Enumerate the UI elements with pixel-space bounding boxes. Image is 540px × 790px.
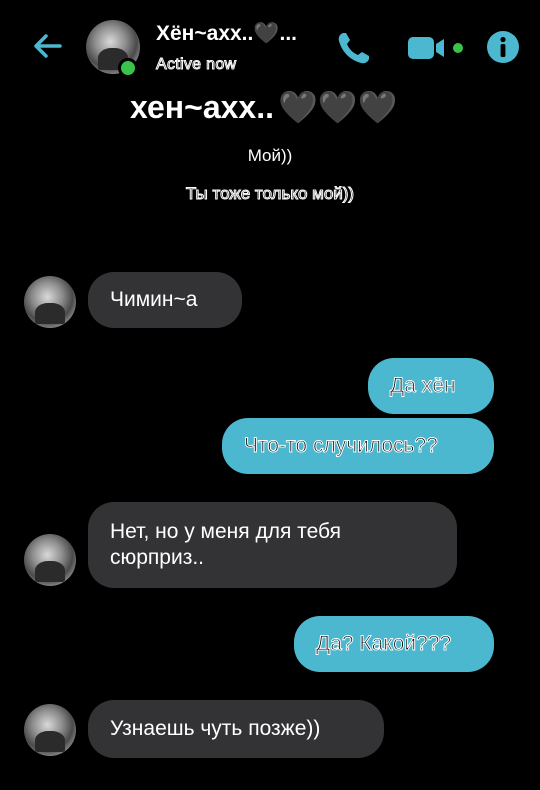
phone-icon[interactable] bbox=[334, 28, 374, 68]
incoming-message[interactable]: Узнаешь чуть позже)) bbox=[88, 700, 384, 758]
message-text: Да? Какой??? bbox=[315, 632, 452, 656]
outgoing-message[interactable]: Да? Какой??? bbox=[294, 616, 494, 672]
conversation-subtitle-outlined: Ты тоже только мой)) bbox=[185, 184, 355, 204]
contact-avatar-small[interactable] bbox=[24, 704, 76, 756]
info-icon[interactable] bbox=[486, 30, 520, 64]
outgoing-message[interactable]: Да хён bbox=[368, 358, 494, 414]
message-text: Да хён bbox=[390, 374, 457, 398]
black-hearts: 🖤🖤🖤 bbox=[277, 89, 398, 125]
contact-name[interactable]: Хён~ахх..🖤... bbox=[156, 22, 297, 46]
message-text: Нет, но у меня для тебя сюрприз.. bbox=[110, 520, 341, 569]
online-indicator bbox=[118, 58, 138, 78]
contact-avatar-small[interactable] bbox=[24, 534, 76, 586]
conversation-subtitle: Мой)) bbox=[247, 146, 293, 165]
message-text: Чимин~а bbox=[110, 288, 198, 311]
back-arrow-icon[interactable] bbox=[30, 28, 66, 64]
incoming-message[interactable]: Нет, но у меня для тебя сюрприз.. bbox=[88, 502, 457, 588]
incoming-message[interactable]: Чимин~а bbox=[88, 272, 242, 328]
chat-header: Хён~ахх..🖤... Active now bbox=[0, 0, 540, 90]
message-text: Узнаешь чуть позже)) bbox=[110, 717, 321, 740]
conversation-title-text: хен~ахх.. bbox=[130, 89, 274, 125]
video-camera-icon[interactable] bbox=[406, 34, 470, 62]
active-status: Active now bbox=[155, 56, 237, 74]
conversation-title: хен~ахх.. 🖤🖤🖤 bbox=[130, 88, 398, 126]
outgoing-message[interactable]: Что-то случилось?? bbox=[222, 418, 494, 474]
contact-avatar-small[interactable] bbox=[24, 276, 76, 328]
message-text: Что-то случилось?? bbox=[244, 434, 439, 458]
